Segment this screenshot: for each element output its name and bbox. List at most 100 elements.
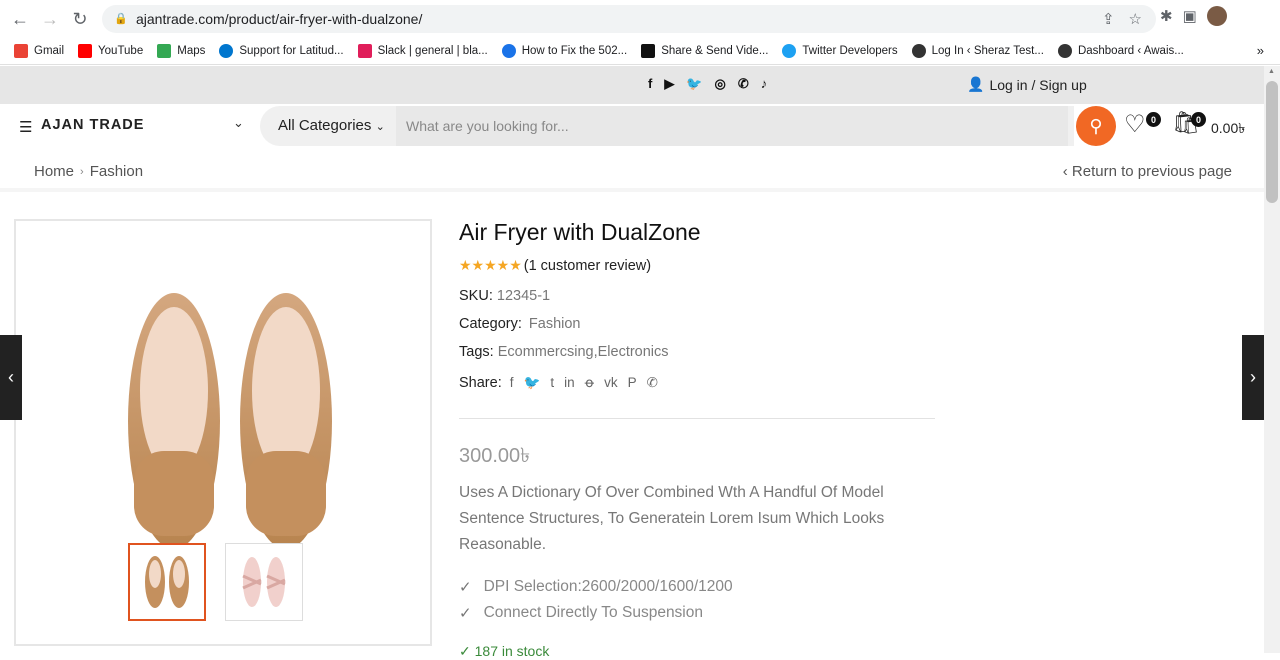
tags-links[interactable]: Ecommercsing,Electronics [498,344,669,360]
sku-value: 12345-1 [496,288,551,304]
stock-status: ✓ 187 in stock [459,643,550,659]
social-links: f ▶ 🐦 ◎ ✆ ♪ [648,76,767,92]
breadcrumb: Home › Fashion [34,163,143,180]
twitter-icon [782,43,797,58]
bookmark-slack[interactable]: Slack | general | bla... [357,43,488,58]
bookmark-twitter[interactable]: Twitter Developers [782,43,898,58]
category-link[interactable]: Fashion [529,316,581,332]
sku-row: SKU: 12345-1 [459,288,550,304]
url-text: ajantrade.com/product/air-fryer-with-dua… [136,11,423,27]
product-main-image[interactable] [126,291,336,556]
address-bar[interactable]: 🔒 ajantrade.com/product/air-fryer-with-d… [102,5,1156,33]
wishlist-count-badge: 0 [1146,112,1161,127]
vimeo-icon [641,43,656,58]
bookmark-star-icon[interactable]: ☆ [1129,10,1142,28]
maps-icon [157,43,172,58]
tags-row: Tags: Ecommercsing,Electronics [459,344,669,360]
thumbnail-1[interactable] [128,543,206,621]
sku-label: SKU: [459,288,493,304]
product-price: 300.00৳ [459,445,531,467]
bookmark-gmail[interactable]: Gmail [14,43,64,58]
tiktok-icon[interactable]: ♪ [761,76,768,92]
wishlist-button[interactable]: ♡ 0 [1124,110,1161,139]
category-select[interactable]: All Categories ⌄ [278,117,385,134]
share-row: Share: f 🐦 t in ꝋ vk P ✆ [459,375,658,391]
breadcrumb-bar: Home › Fashion ‹ Return to previous page [0,150,1264,192]
search-bar: All Categories ⌄ [260,106,1074,146]
browser-toolbar: ← → ↻ 🔒 ajantrade.com/product/air-fryer-… [0,0,1280,37]
brand-logo[interactable]: AJAN TRADE [41,117,144,133]
hamburger-menu-icon[interactable]: ☰ [19,118,32,136]
bookmark-vimeo[interactable]: Share & Send Vide... [641,43,768,58]
chevron-right-icon: › [1250,367,1256,387]
search-icon: ⚲ [1089,115,1103,136]
profile-avatar[interactable] [1206,6,1227,26]
bookmark-502[interactable]: How to Fix the 502... [501,43,627,58]
bookmark-dell[interactable]: Support for Latitud... [219,43,344,58]
thumbnail-2[interactable] [225,543,303,621]
product-title: Air Fryer with DualZone [459,219,701,245]
breadcrumb-current[interactable]: Fashion [90,163,143,180]
scroll-up-icon[interactable]: ▲ [1268,68,1275,75]
search-button[interactable]: ⚲ [1076,106,1116,146]
whatsapp-icon[interactable]: ✆ [647,375,658,391]
category-label: Category: [459,316,522,332]
product-rating: ★★★★★ (1 customer review) [459,257,651,274]
tumblr-icon[interactable]: t [550,375,554,391]
check-icon: ✓ [459,579,472,596]
site-icon [501,43,516,58]
category-row: Category: Fashion [459,316,581,332]
feature-item: ✓ DPI Selection:2600/2000/1600/1200 [459,578,733,596]
wordpress-icon [911,43,926,58]
dell-icon [219,43,234,58]
cart-count-badge: 0 [1191,112,1206,127]
youtube-icon[interactable]: ▶ [664,76,674,92]
whatsapp-icon[interactable]: ✆ [738,76,749,92]
bookmark-youtube[interactable]: YouTube [78,43,143,58]
bookmark-login[interactable]: Log In ‹ Sheraz Test... [911,43,1044,58]
sidepanel-icon[interactable]: ▣ [1183,7,1197,25]
search-input[interactable] [396,106,1068,146]
divider [459,418,935,419]
reload-icon[interactable]: ↻ [66,5,94,33]
facebook-icon[interactable]: f [648,76,652,92]
share-page-icon[interactable]: ⇪ [1102,10,1115,28]
twitter-icon[interactable]: 🐦 [524,375,541,391]
back-icon[interactable]: ← [6,5,34,33]
instagram-icon[interactable]: ◎ [715,76,726,92]
heart-icon: ♡ [1124,111,1146,138]
next-product-arrow[interactable]: › [1242,335,1264,420]
bookmark-maps[interactable]: Maps [157,43,205,58]
forward-icon[interactable]: → [36,5,64,33]
pinterest-icon[interactable]: P [628,375,637,391]
user-icon: 👤 [967,76,985,92]
bookmark-dashboard[interactable]: Dashboard ‹ Awais... [1057,43,1184,58]
product-description: Uses A Dictionary Of Over Combined Wth A… [459,484,885,553]
breadcrumb-separator: › [80,165,84,178]
odnoklassniki-icon[interactable]: ꝋ [585,375,595,391]
breadcrumb-home[interactable]: Home [34,163,74,180]
site-header: ☰ AJAN TRADE ⌄ All Categories ⌄ ⚲ ♡ 0 🛍 … [0,104,1264,150]
extensions-icon[interactable]: ✱ [1160,7,1173,25]
review-count-link[interactable]: (1 customer review) [524,258,651,274]
bookmarks-bar: Gmail YouTube Maps Support for Latitud..… [0,37,1280,65]
slack-icon [357,43,372,58]
prev-product-arrow[interactable]: ‹ [0,335,22,420]
facebook-icon[interactable]: f [510,375,514,391]
cart-total[interactable]: 0.00৳ [1211,117,1245,141]
feature-item: ✓ Connect Directly To Suspension [459,604,703,622]
rating-stars: ★★★★★ [459,257,522,273]
chevron-down-icon: ⌄ [375,121,385,133]
thumbnail-loafers-image [145,556,189,608]
linkedin-icon[interactable]: in [564,375,575,391]
login-link[interactable]: 👤 Log in / Sign up [967,76,1087,93]
cart-button[interactable]: 🛍 0 [1172,110,1206,136]
return-previous-link[interactable]: ‹ Return to previous page [1063,163,1232,180]
chevron-down-icon[interactable]: ⌄ [233,115,244,131]
bookmarks-more-icon[interactable]: » [1257,43,1264,58]
vk-icon[interactable]: vk [604,375,618,391]
thumbnail-sandals-image [242,557,286,607]
scrollbar-thumb[interactable] [1266,81,1278,203]
share-label: Share: [459,375,502,391]
twitter-icon[interactable]: 🐦 [686,76,702,92]
